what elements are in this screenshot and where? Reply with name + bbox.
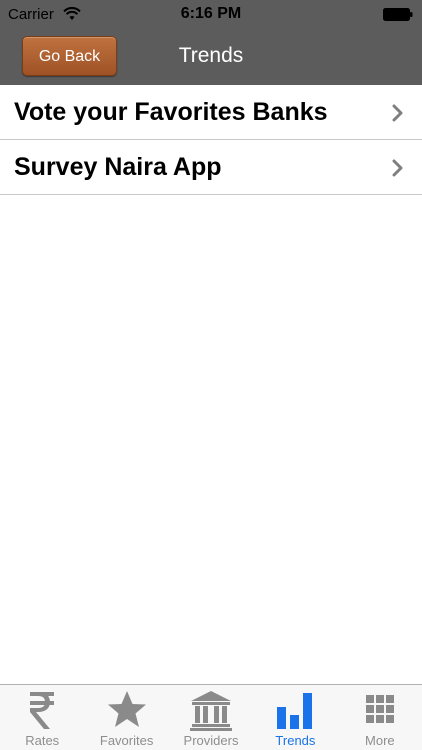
bar-chart-icon <box>277 693 313 729</box>
battery-icon <box>383 8 413 21</box>
page-title: Trends <box>178 44 244 67</box>
app-screen: Carrier 6:16 PM Go Back Trends Vote your… <box>0 0 422 750</box>
status-bar: Carrier 6:16 PM <box>0 0 422 28</box>
tab-favorites[interactable]: Favorites <box>84 685 168 750</box>
navigation-bar: Go Back Trends <box>0 28 422 85</box>
list-item-label: Vote your Favorites Banks <box>14 98 328 126</box>
chevron-right-icon <box>392 104 403 122</box>
status-time: 6:16 PM <box>180 5 242 22</box>
tab-rates[interactable]: Rates <box>0 685 84 750</box>
tab-providers[interactable]: Providers <box>169 685 253 750</box>
tab-label: More <box>365 733 395 748</box>
tab-label: Trends <box>275 733 316 748</box>
list-item-label: Survey Naira App <box>14 153 222 181</box>
rupee-icon <box>30 692 55 729</box>
tab-more[interactable]: More <box>338 685 422 750</box>
tab-label: Favorites <box>99 733 154 748</box>
trends-list: Vote your Favorites Banks Survey Naira A… <box>0 85 422 195</box>
list-item-vote-banks[interactable]: Vote your Favorites Banks <box>0 85 422 140</box>
list-item-survey-app[interactable]: Survey Naira App <box>0 140 422 195</box>
tab-label: Rates <box>25 733 60 748</box>
chevron-right-icon <box>392 159 403 177</box>
tab-bar: Rates Favorites Providers Trends More <box>0 684 422 750</box>
bank-icon <box>190 691 233 731</box>
star-icon <box>107 691 146 727</box>
grid-icon <box>365 695 394 723</box>
tab-trends[interactable]: Trends <box>253 685 337 750</box>
tab-label: Providers <box>183 733 239 748</box>
